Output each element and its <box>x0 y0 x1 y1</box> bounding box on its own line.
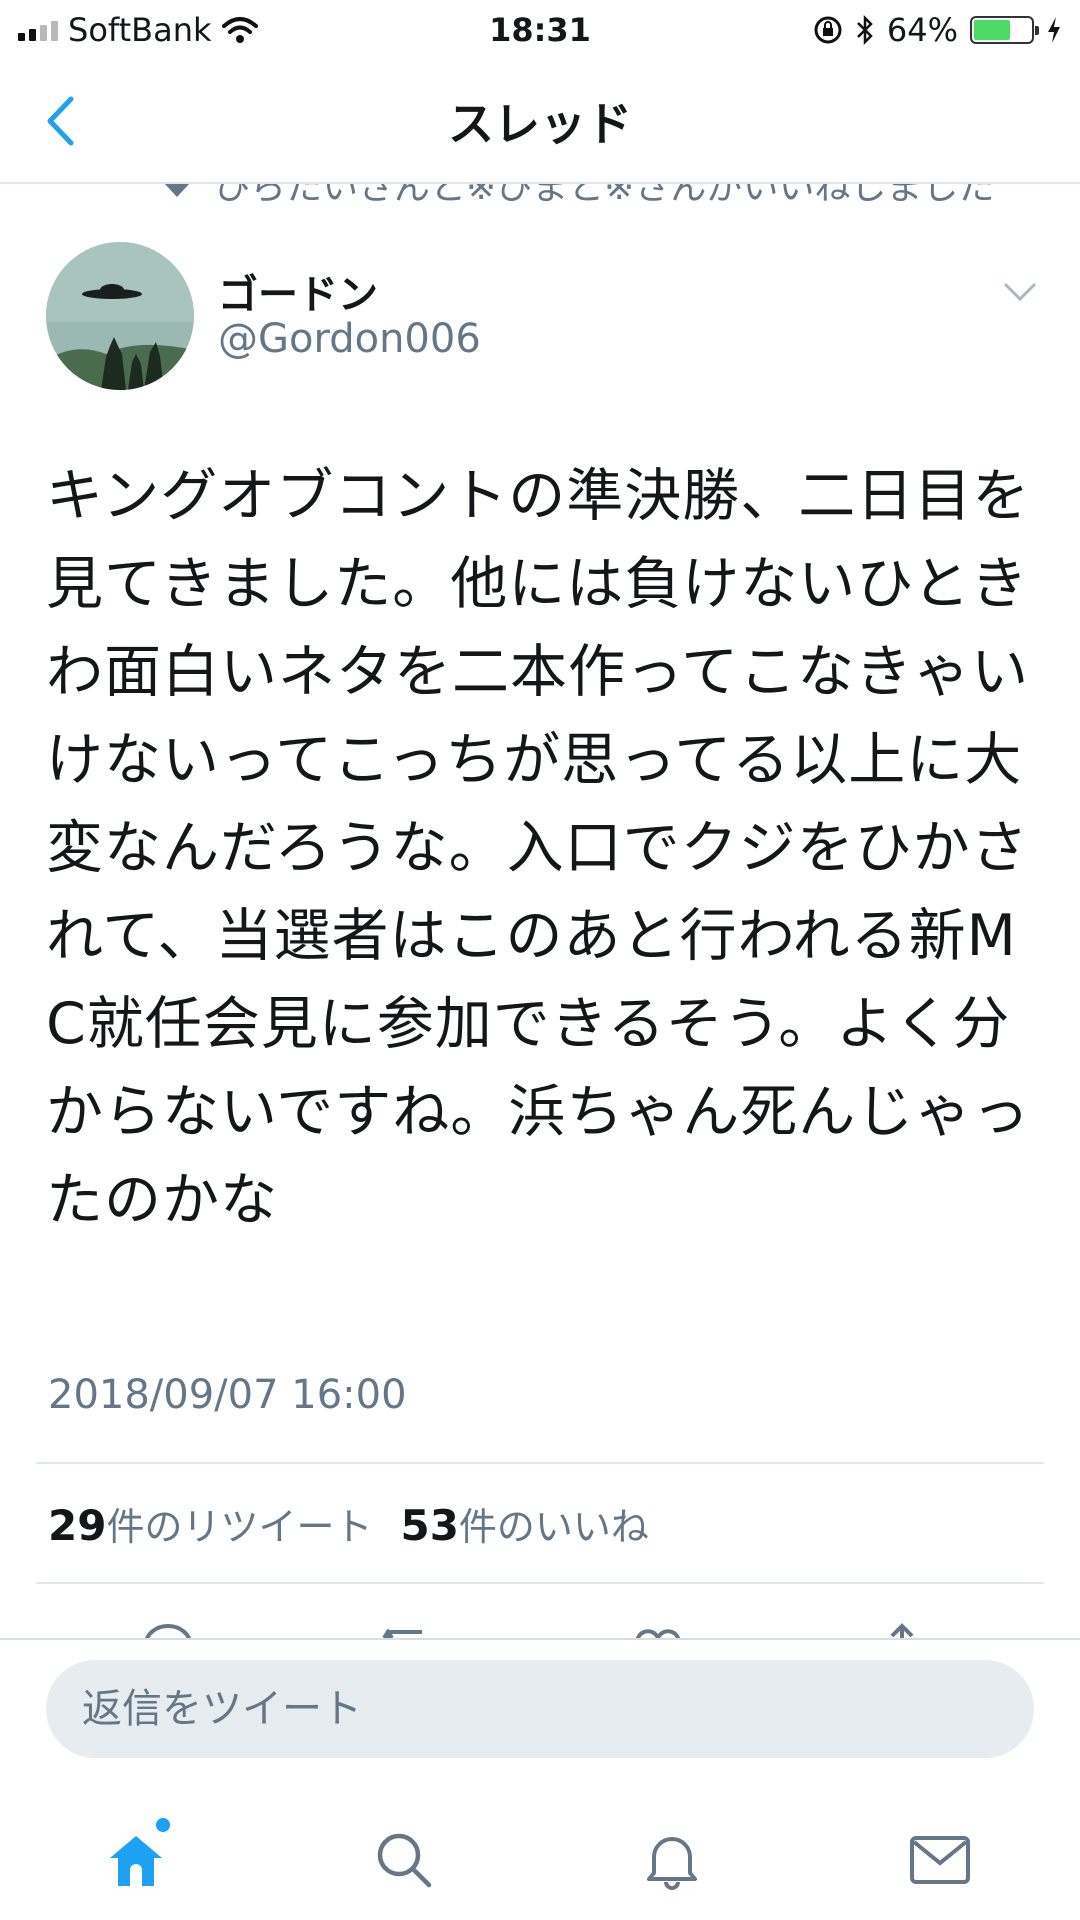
like-label: 件のいいね <box>458 1505 649 1549</box>
mail-icon <box>910 1836 970 1884</box>
battery-fill <box>974 20 1010 40</box>
reply-input[interactable] <box>46 1660 1034 1758</box>
search-icon <box>377 1833 432 1888</box>
reply-icon[interactable] <box>140 1620 196 1638</box>
home-icon <box>110 1836 162 1886</box>
tab-search[interactable] <box>364 1820 444 1900</box>
charging-icon <box>1048 17 1060 43</box>
divider <box>36 1462 1044 1464</box>
status-time: 18:31 <box>489 11 591 49</box>
caret-down-icon <box>1003 282 1037 302</box>
tweet-text: キングオブコントの準決勝、二日目を見てきました。他には負けないひときわ面白いネタ… <box>46 463 1031 1233</box>
signal-icon <box>18 19 58 41</box>
battery-icon <box>970 16 1039 44</box>
more-options-button[interactable] <box>998 270 1042 314</box>
back-button[interactable] <box>30 86 90 156</box>
status-bar: SoftBank 18:31 64% <box>0 0 1080 60</box>
orientation-lock-icon <box>814 16 842 44</box>
share-icon[interactable] <box>874 1620 930 1638</box>
bluetooth-icon <box>856 14 873 46</box>
status-left: SoftBank <box>18 11 378 49</box>
user-handle[interactable]: @Gordon006 <box>218 316 481 362</box>
status-right: 64% <box>702 11 1062 49</box>
liked-by-line[interactable]: ひらたいさんと※ひまと※さんがいいねしました <box>0 184 1080 202</box>
liked-by-text: ひらたいさんと※ひまと※さんがいいねしました <box>214 184 994 202</box>
tab-home[interactable] <box>96 1816 176 1900</box>
tweet-timestamp: 2018/09/07 16:00 <box>48 1372 407 1418</box>
like-icon[interactable] <box>630 1620 686 1638</box>
nav-header: スレッド <box>0 60 1080 184</box>
avatar-image <box>46 242 194 390</box>
bell-icon <box>647 1837 697 1890</box>
battery-percent: 64% <box>886 11 958 49</box>
tab-notifications[interactable] <box>632 1820 712 1900</box>
like-count: 53 <box>400 1501 459 1550</box>
notification-dot <box>154 1816 172 1834</box>
wifi-icon <box>221 17 258 43</box>
like-stat[interactable]: 53件のいいね <box>400 1496 648 1551</box>
retweet-count: 29 <box>48 1501 107 1550</box>
retweet-icon[interactable] <box>382 1620 438 1638</box>
page-title: スレッド <box>448 97 632 151</box>
heart-small-icon <box>164 184 190 197</box>
back-chevron-icon <box>47 96 74 146</box>
tweet-stats: 29件のリツイート 53件のいいね <box>48 1496 649 1551</box>
carrier-label: SoftBank <box>68 11 212 49</box>
bottom-area <box>0 1638 1080 1920</box>
retweet-stat[interactable]: 29件のリツイート <box>48 1496 372 1551</box>
tweet-action-bar <box>0 1584 1080 1638</box>
display-name[interactable]: ゴードン <box>218 262 378 320</box>
retweet-label: 件のリツイート <box>106 1505 373 1549</box>
tab-bar <box>0 1790 1080 1920</box>
tab-messages[interactable] <box>900 1820 980 1900</box>
avatar[interactable] <box>46 242 194 390</box>
